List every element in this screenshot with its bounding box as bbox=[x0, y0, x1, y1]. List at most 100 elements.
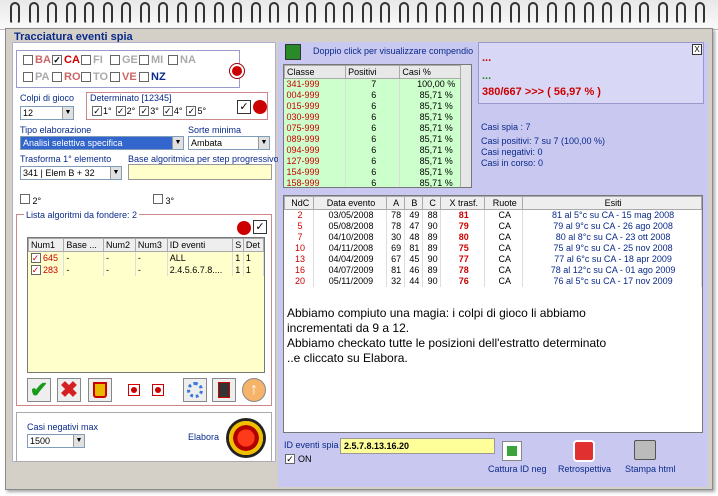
column-header[interactable]: Classe bbox=[284, 65, 347, 79]
wheel-mi[interactable]: MI bbox=[139, 54, 163, 66]
arrow-up-icon[interactable]: ↑ bbox=[242, 378, 266, 402]
delete-icon[interactable]: ✖ bbox=[57, 377, 81, 402]
uncheck-all-icon[interactable] bbox=[253, 100, 267, 114]
building-icon[interactable] bbox=[212, 378, 236, 402]
checkbox[interactable]: ✓ bbox=[30, 264, 41, 275]
close-icon[interactable]: X bbox=[692, 44, 702, 55]
check-2[interactable]: 2° bbox=[20, 194, 41, 206]
checkbox[interactable] bbox=[139, 72, 149, 82]
wheel-to[interactable]: TO bbox=[81, 71, 108, 83]
checkbox[interactable] bbox=[110, 72, 120, 82]
bucket-icon[interactable] bbox=[88, 378, 112, 402]
checkbox[interactable] bbox=[20, 194, 30, 204]
column-header[interactable]: Data evento bbox=[313, 196, 387, 210]
table-row[interactable]: ✓ 283- - -2.4.5.6.7.8.... 1 1 bbox=[28, 263, 265, 276]
check-all-icon[interactable]: ✓ bbox=[253, 220, 267, 234]
casi-neg-max-select[interactable]: 1500 ▼ bbox=[27, 434, 85, 448]
table-row[interactable]: 2 03/05/2008 78 49 88 81 CA 81 al 5°c su CA - 1… bbox=[284, 209, 702, 221]
checkbox[interactable]: ✓ bbox=[139, 106, 150, 116]
elabora-button[interactable] bbox=[226, 418, 266, 458]
checkbox[interactable]: ✓ bbox=[186, 106, 197, 116]
checkbox[interactable] bbox=[23, 72, 33, 82]
determinato-position[interactable]: ✓ 3° bbox=[139, 106, 159, 116]
id-eventi-field[interactable]: 2.5.7.8.13.16.20 bbox=[340, 438, 495, 454]
stats-scrollbar[interactable] bbox=[460, 65, 471, 187]
table-row[interactable]: 13 04/04/2009 67 45 90 77 CA 77 al 6°c su CA - … bbox=[284, 253, 702, 265]
checkbox[interactable] bbox=[81, 55, 91, 65]
checkbox[interactable] bbox=[168, 55, 178, 65]
refresh-icon[interactable] bbox=[183, 378, 207, 402]
column-header[interactable]: Positivi bbox=[345, 65, 401, 79]
column-header[interactable]: Ruote bbox=[484, 196, 524, 210]
chevron-down-icon[interactable]: ▼ bbox=[62, 107, 73, 119]
column-header[interactable]: S bbox=[232, 238, 244, 252]
checkbox[interactable] bbox=[153, 194, 163, 204]
sorte-minima-select[interactable]: Ambata ▼ bbox=[188, 136, 270, 150]
determinato-position[interactable]: ✓ 5° bbox=[186, 106, 206, 116]
checkbox[interactable] bbox=[110, 55, 120, 65]
chevron-down-icon[interactable]: ▼ bbox=[172, 137, 183, 149]
compendio-icon[interactable] bbox=[285, 44, 301, 60]
column-header[interactable]: Num1 bbox=[27, 238, 65, 252]
table-row[interactable]: 127-999 6 85,71 % bbox=[284, 155, 471, 167]
checkbox[interactable]: ✓ bbox=[30, 252, 41, 263]
wheel-ca[interactable]: ✓ CA bbox=[52, 54, 80, 66]
table-row[interactable]: 015-999 6 85,71 % bbox=[284, 100, 471, 112]
tipo-elaborazione-select[interactable]: Analisi selettiva specifica ▼ bbox=[20, 136, 184, 150]
table-row[interactable]: 20 05/11/2009 32 44 90 76 CA 76 al 5°c su CA - … bbox=[284, 275, 702, 287]
stats-grid[interactable]: Classe Positivi Casi % 341-999 7 100,00 % 004… bbox=[283, 64, 472, 188]
checkbox[interactable]: ✓ bbox=[92, 106, 102, 116]
determinato-position[interactable]: ✓ 1° bbox=[92, 106, 112, 116]
table-row[interactable]: 094-999 6 85,71 % bbox=[284, 144, 471, 156]
column-header[interactable]: C bbox=[422, 196, 442, 210]
table-row[interactable]: 5 05/08/2008 78 47 90 79 CA 79 al 9°c su CA - 2… bbox=[284, 220, 702, 232]
table-row[interactable]: 154-999 6 85,71 % bbox=[284, 166, 471, 178]
colpi-select[interactable]: 12 ▼ bbox=[20, 106, 74, 120]
table-row[interactable]: 7 04/10/2008 30 48 89 80 CA 80 al 8°c su CA - 2… bbox=[284, 231, 702, 243]
cattura-label[interactable]: Cattura ID neg bbox=[488, 464, 547, 474]
chevron-down-icon[interactable]: ▼ bbox=[73, 435, 84, 447]
table-row[interactable]: 075-999 6 85,71 % bbox=[284, 122, 471, 134]
column-header[interactable]: Det bbox=[242, 238, 265, 252]
checkbox[interactable] bbox=[23, 55, 33, 65]
stop-icon[interactable] bbox=[152, 384, 164, 396]
wheel-na[interactable]: NA bbox=[168, 54, 196, 66]
table-row[interactable]: 10 04/11/2008 69 81 89 75 CA 75 al 9°c su CA - … bbox=[284, 242, 702, 254]
chevron-down-icon[interactable]: ▼ bbox=[110, 167, 121, 179]
checkbox[interactable]: ✓ bbox=[115, 106, 126, 116]
wheel-ve[interactable]: VE bbox=[110, 71, 137, 83]
wheel-fi[interactable]: FI bbox=[81, 54, 103, 66]
stop-icon[interactable] bbox=[128, 384, 140, 396]
clear-wheels-icon[interactable] bbox=[230, 64, 244, 78]
wheel-nz[interactable]: NZ bbox=[139, 71, 166, 83]
chevron-down-icon[interactable]: ▼ bbox=[258, 137, 269, 149]
column-header[interactable]: Num2 bbox=[102, 238, 136, 252]
wheel-pa[interactable]: PA bbox=[23, 71, 49, 83]
check-all-icon[interactable]: ✓ bbox=[237, 100, 251, 114]
checkbox[interactable] bbox=[139, 55, 149, 65]
stampa-label[interactable]: Stampa html bbox=[625, 464, 676, 474]
printer-icon[interactable] bbox=[634, 440, 656, 460]
column-header[interactable]: A bbox=[385, 196, 405, 210]
checkbox[interactable]: ✓ bbox=[285, 454, 295, 464]
determinato-position[interactable]: ✓ 4° bbox=[162, 106, 182, 116]
table-row[interactable]: ✓ 645- - - ALL 1 1 bbox=[28, 251, 265, 264]
column-header[interactable]: X trasf. bbox=[440, 196, 486, 210]
base-alg-input[interactable] bbox=[128, 164, 272, 180]
lista-grid[interactable]: Num1 Base ... Num2 Num3 ID eventi S Det ✓ 645-… bbox=[27, 237, 265, 373]
column-header[interactable]: Num3 bbox=[134, 238, 168, 252]
checkbox[interactable]: ✓ bbox=[162, 106, 173, 116]
checkbox[interactable]: ✓ bbox=[52, 55, 62, 65]
checkbox[interactable] bbox=[52, 72, 62, 82]
wheel-ba[interactable]: BA bbox=[23, 54, 51, 66]
trasforma-select[interactable]: 341 | Elem B + 32 ▼ bbox=[20, 166, 122, 180]
check-3[interactable]: 3° bbox=[153, 194, 174, 206]
capture-icon[interactable] bbox=[502, 441, 522, 461]
wheel-ge[interactable]: GE bbox=[110, 54, 138, 66]
confirm-icon[interactable]: ✔ bbox=[27, 377, 51, 402]
checkbox[interactable] bbox=[81, 72, 91, 82]
table-row[interactable]: 030-999 6 85,71 % bbox=[284, 111, 471, 123]
determinato-position[interactable]: ✓ 2° bbox=[115, 106, 135, 116]
column-header[interactable]: B bbox=[403, 196, 424, 210]
table-row[interactable]: 004-999 6 85,71 % bbox=[284, 89, 471, 101]
